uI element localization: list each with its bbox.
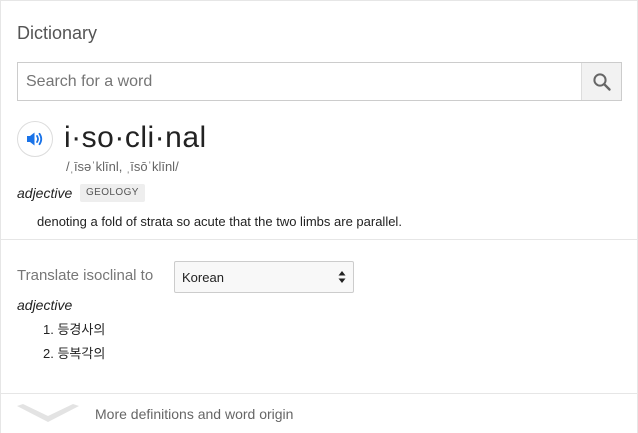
definition-text: denoting a fold of strata so acute that … (37, 214, 402, 229)
translation-list: 1. 등경사의 2. 등복각의 (43, 321, 105, 369)
part-of-speech: adjective (17, 185, 73, 201)
card-title: Dictionary (17, 23, 98, 43)
translation-part-of-speech: adjective (17, 297, 73, 313)
more-definitions-label: More definitions and word origin (95, 406, 294, 422)
translation-item: 1. 등경사의 (43, 322, 106, 337)
section-divider (1, 239, 637, 240)
pronunciation-audio-button[interactable] (17, 121, 53, 157)
language-select[interactable]: Korean (174, 261, 354, 293)
headword: i·so·cli·nal (64, 121, 207, 154)
search-button[interactable] (581, 63, 621, 100)
chevron-down-icon (17, 404, 79, 422)
pronunciation-text: /ˌīsəˈklīnl, ˌīsōˈklīnl/ (66, 159, 179, 174)
speaker-icon (27, 132, 43, 146)
dictionary-card: Dictionary i·so·cli·nal /ˌīsəˈklīnl, ˌīs… (0, 0, 638, 433)
search-input[interactable] (18, 63, 581, 100)
subject-label-badge: GEOLOGY (80, 184, 145, 202)
translation-item: 2. 등복각의 (43, 346, 106, 361)
search-icon (592, 72, 611, 91)
select-arrows-icon (338, 271, 346, 283)
language-select-value: Korean (182, 269, 224, 285)
more-definitions-link[interactable]: More definitions and word origin (1, 394, 637, 433)
translate-label: Translate isoclinal to (17, 267, 154, 284)
search-box (17, 62, 622, 101)
